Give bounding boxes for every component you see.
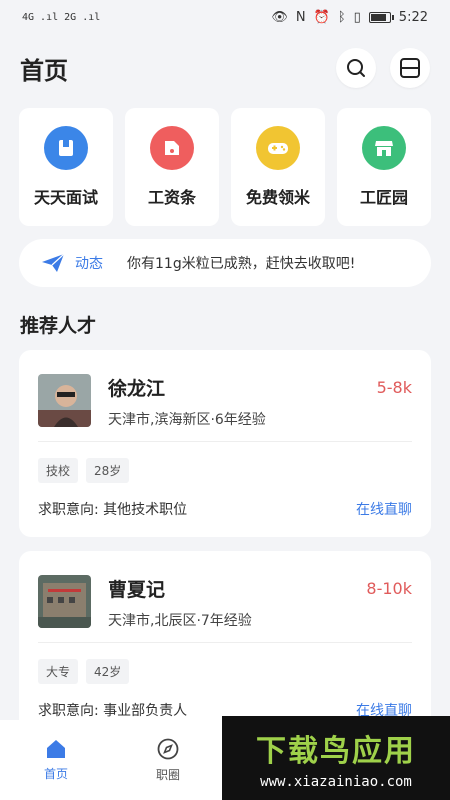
watermark-logo: 下载鸟应用 www.xiazainiao.com [222, 716, 450, 800]
quick-free-rice[interactable]: 免费领米 [231, 108, 325, 226]
tags: 技校 28岁 [38, 458, 412, 483]
watermark-url: www.xiazainiao.com [260, 774, 412, 790]
search-icon [347, 59, 365, 77]
avatar [38, 575, 91, 628]
divider [38, 642, 412, 643]
candidate-card[interactable]: 曹夏记 8-10k 天津市,北辰区·7年经验 大专 42岁 求职意向: 事业部负… [19, 551, 431, 738]
quick-free-rice-label: 免费领米 [245, 188, 310, 207]
quick-interview-label: 天天面试 [33, 188, 98, 207]
eye-icon: 👁 [271, 9, 288, 25]
age-tag: 28岁 [86, 458, 130, 483]
chat-online-link[interactable]: 在线直聊 [356, 499, 412, 519]
quick-craftsman-park[interactable]: 工匠园 [337, 108, 431, 226]
tab-circle-label: 职圈 [155, 767, 180, 782]
clock: 5:22 [398, 9, 428, 25]
candidate-name: 徐龙江 [108, 378, 166, 400]
gamepad-icon [256, 126, 300, 170]
education-tag: 技校 [38, 458, 79, 483]
divider [38, 441, 412, 442]
section-title: 推荐人才 [20, 315, 97, 337]
nfc-icon: N [295, 9, 306, 25]
signal-indicators: 4G .ıl 2G .ıl [22, 11, 101, 23]
intent-label: 求职意向: [38, 703, 99, 719]
page-title: 首页 [20, 56, 68, 85]
notice-tag: 动态 [75, 256, 103, 272]
candidate-meta: 天津市,北辰区·7年经验 [108, 613, 252, 629]
candidate-name: 曹夏记 [108, 579, 166, 601]
tab-home[interactable]: 首页 [0, 720, 112, 800]
tags: 大专 42岁 [38, 659, 412, 684]
education-tag: 大专 [38, 659, 79, 684]
tab-home-label: 首页 [43, 766, 68, 781]
tab-circle[interactable]: 职圈 [112, 720, 224, 800]
compass-icon [157, 738, 179, 759]
shop-icon [362, 126, 406, 170]
battery-icon [368, 11, 394, 23]
intent-label: 求职意向: [38, 502, 99, 518]
intent-value: 其他技术职位 [103, 502, 188, 518]
home-icon [47, 739, 65, 758]
search-button[interactable] [336, 48, 376, 88]
salary: 8-10k [366, 579, 412, 598]
intent-value: 事业部负责人 [103, 703, 188, 719]
job-intent: 求职意向: 其他技术职位 [38, 499, 187, 519]
candidate-meta: 天津市,滨海新区·6年经验 [108, 412, 266, 428]
age-tag: 42岁 [86, 659, 130, 684]
activity-notice[interactable]: 动态 你有11g米粒已成熟，赶快去收取吧! [19, 239, 431, 287]
quick-craftsman-park-label: 工匠园 [359, 188, 408, 207]
payslip-icon [150, 126, 194, 170]
quick-payslip-label: 工资条 [147, 188, 196, 207]
quick-interview[interactable]: 天天面试 [19, 108, 113, 226]
salary: 5-8k [376, 378, 412, 397]
watermark-title: 下载鸟应用 [256, 734, 416, 769]
quick-payslip[interactable]: 工资条 [125, 108, 219, 226]
header: 首页 [0, 34, 450, 102]
quick-actions: 天天面试 工资条 免费领米 工匠园 [0, 108, 450, 226]
job-intent: 求职意向: 事业部负责人 [38, 700, 187, 720]
alarm-icon: ⏰ [313, 9, 330, 25]
notice-text: 你有11g米粒已成熟，赶快去收取吧! [127, 256, 356, 272]
bluetooth-icon: ᛒ [337, 9, 346, 25]
paper-plane-icon [42, 253, 65, 272]
status-bar: 4G .ıl 2G .ıl 👁 N ⏰ ᛒ ▯ 5:22 [0, 0, 450, 34]
scan-button[interactable] [390, 48, 430, 88]
interview-icon [44, 126, 88, 170]
avatar [38, 374, 91, 427]
scan-icon [400, 58, 420, 78]
vibrate-icon: ▯ [353, 9, 361, 25]
candidate-card[interactable]: 徐龙江 5-8k 天津市,滨海新区·6年经验 技校 28岁 求职意向: 其他技术… [19, 350, 431, 537]
